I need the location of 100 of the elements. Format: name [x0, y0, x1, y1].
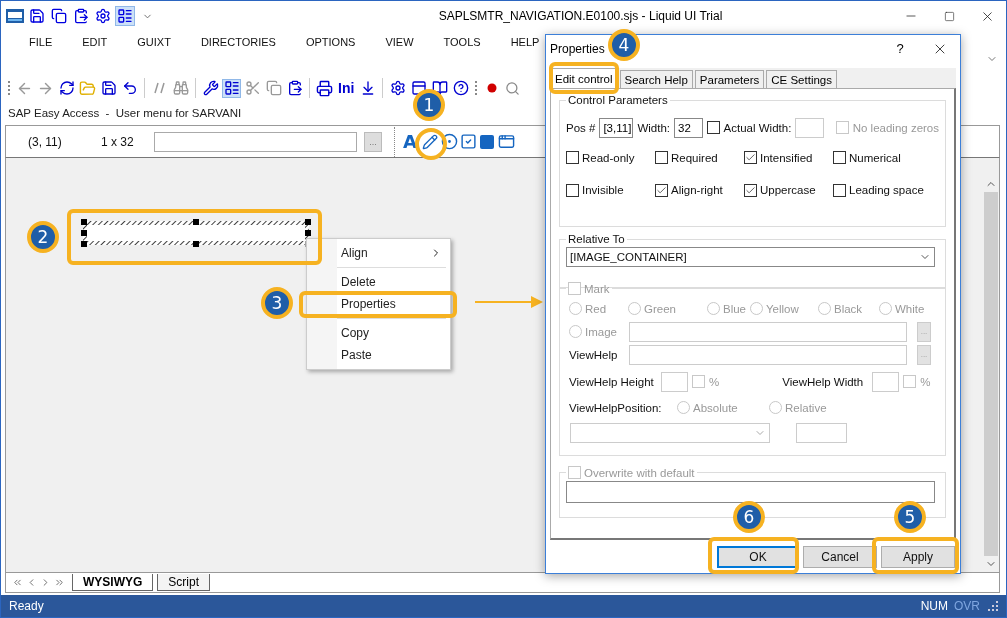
editor-tab[interactable]: WYSIWYG	[72, 574, 154, 591]
status-text: Ready	[9, 599, 45, 613]
context-menu-item[interactable]: Delete	[341, 275, 376, 289]
settings-icon[interactable]	[93, 6, 113, 26]
help-icon[interactable]	[451, 78, 471, 98]
step-number: 1	[413, 89, 445, 121]
status-indicator: OVR	[954, 599, 980, 613]
checkbox[interactable]	[566, 183, 579, 197]
pencil-icon[interactable]	[420, 132, 440, 151]
settings-icon[interactable]	[388, 78, 408, 98]
binoculars-icon[interactable]	[171, 78, 190, 98]
radio-label: Red	[585, 302, 607, 315]
status-indicator: NUM	[920, 599, 948, 613]
save-icon[interactable]	[99, 78, 118, 98]
radio-label: Image	[585, 325, 617, 338]
menu-item[interactable]: EDIT	[74, 34, 116, 50]
save-icon[interactable]	[27, 6, 47, 26]
checkbox[interactable]	[833, 183, 846, 197]
checkbox-label: Intensified	[760, 151, 813, 164]
checkbox[interactable]	[706, 121, 720, 134]
checkbox-label: Mark	[584, 282, 610, 295]
checkbox-label: Required	[671, 151, 718, 164]
selected-field-drawing[interactable]	[81, 219, 311, 247]
viewhelp-field[interactable]	[629, 344, 907, 365]
ini-button[interactable]: Ini	[336, 80, 357, 96]
checkbox[interactable]	[744, 151, 757, 165]
menu-item[interactable]: OPTIONS	[297, 34, 364, 50]
context-menu-item[interactable]: Align	[341, 246, 368, 260]
radio-label: White	[895, 302, 925, 315]
checkbox-label: No leading zeros	[852, 121, 939, 134]
actual-width-field[interactable]	[795, 117, 824, 138]
width-field[interactable]: 32	[674, 117, 703, 138]
checkbox-label: Overwrite with default	[584, 466, 695, 479]
position-text: (3, 11)	[28, 134, 63, 149]
menu-item[interactable]: DIRECTORIES	[192, 34, 284, 50]
radio-label: Green	[644, 302, 676, 315]
menu-item[interactable]: FILE	[21, 34, 61, 50]
menu-item[interactable]: TOOLS	[435, 34, 489, 50]
menu-item[interactable]: VIEW	[377, 34, 422, 50]
checkbox-label: Actual Width:	[723, 121, 792, 134]
layout-icon[interactable]	[222, 78, 241, 98]
checkbox-icon[interactable]	[458, 132, 478, 151]
offset-field[interactable]	[796, 422, 847, 443]
position-select[interactable]	[570, 422, 770, 443]
highlight-frame	[415, 128, 447, 160]
wrench-icon[interactable]	[201, 78, 220, 98]
dialog-button[interactable]: Apply	[881, 545, 955, 568]
box-icon[interactable]	[477, 132, 497, 151]
window-title: SAPLSMTR_NAVIGATION.E0100.sjs - Liquid UI Trial	[437, 9, 724, 23]
text-tool[interactable]: A	[403, 131, 417, 152]
context-menu-item[interactable]: Properties	[341, 297, 396, 311]
checkbox-label: Invisible	[582, 184, 624, 197]
highlight-frame	[549, 62, 619, 94]
checkbox[interactable]	[833, 151, 846, 165]
position-field[interactable]: [3,11]	[599, 117, 634, 138]
height-field[interactable]	[661, 371, 688, 392]
step-number: 4	[608, 29, 640, 61]
field-label: ViewHelp	[569, 348, 619, 361]
context-menu-item[interactable]: Paste	[341, 348, 372, 362]
radio-label: Relative	[785, 401, 827, 414]
dialog-tab[interactable]: Search Help	[619, 70, 693, 88]
context-menu-item[interactable]: Copy	[341, 326, 369, 340]
checkbox[interactable]	[655, 183, 668, 197]
radio-label: Blue	[723, 302, 747, 315]
dialog-tab[interactable]: CE Settings	[766, 70, 837, 88]
radio-label: Absolute	[693, 401, 738, 414]
field-label: Pos #	[566, 121, 596, 134]
field-label: ViewHelp Width	[782, 375, 865, 388]
scrollbar[interactable]	[984, 176, 998, 572]
scroll-down-icon[interactable]	[984, 556, 998, 572]
resize-grip-icon[interactable]	[988, 601, 998, 611]
layout-icon[interactable]	[115, 6, 135, 26]
menu-item[interactable]: GUIXT	[129, 34, 179, 50]
group-title: Control Parameters	[567, 94, 669, 106]
refresh-icon[interactable]	[57, 78, 76, 98]
field-label: ViewHelp Height	[569, 375, 655, 388]
input-field[interactable]	[154, 131, 357, 152]
window-icon[interactable]	[409, 78, 429, 98]
relative-to-select[interactable]: [IMAGE_CONTAINER]	[566, 247, 935, 267]
browse-button[interactable]: ...	[364, 131, 382, 152]
editor-tab[interactable]: Script	[157, 574, 211, 591]
help-button[interactable]: ?	[880, 41, 920, 56]
printer-icon[interactable]	[315, 78, 334, 98]
checkbox[interactable]	[744, 183, 757, 197]
dialog-button[interactable]: Cancel	[803, 545, 877, 568]
checkbox[interactable]	[566, 151, 579, 165]
dialog-tab[interactable]: Parameters	[694, 70, 765, 88]
app-logo-icon	[5, 6, 25, 26]
image-field[interactable]	[629, 321, 907, 342]
copy-icon[interactable]	[49, 6, 69, 26]
dialog-title: Properties	[550, 41, 605, 56]
checkbox[interactable]	[655, 151, 668, 165]
width-field[interactable]	[872, 371, 900, 392]
checkbox-label: Uppercase	[760, 184, 816, 197]
dialog-tab[interactable]: Edit control	[550, 68, 618, 88]
size-text: 1 x 32	[101, 134, 135, 149]
default-value-field[interactable]	[566, 481, 935, 503]
window-icon[interactable]	[496, 132, 516, 151]
radio-label: Yellow	[766, 302, 799, 315]
menu-item[interactable]: HELP	[502, 34, 548, 50]
